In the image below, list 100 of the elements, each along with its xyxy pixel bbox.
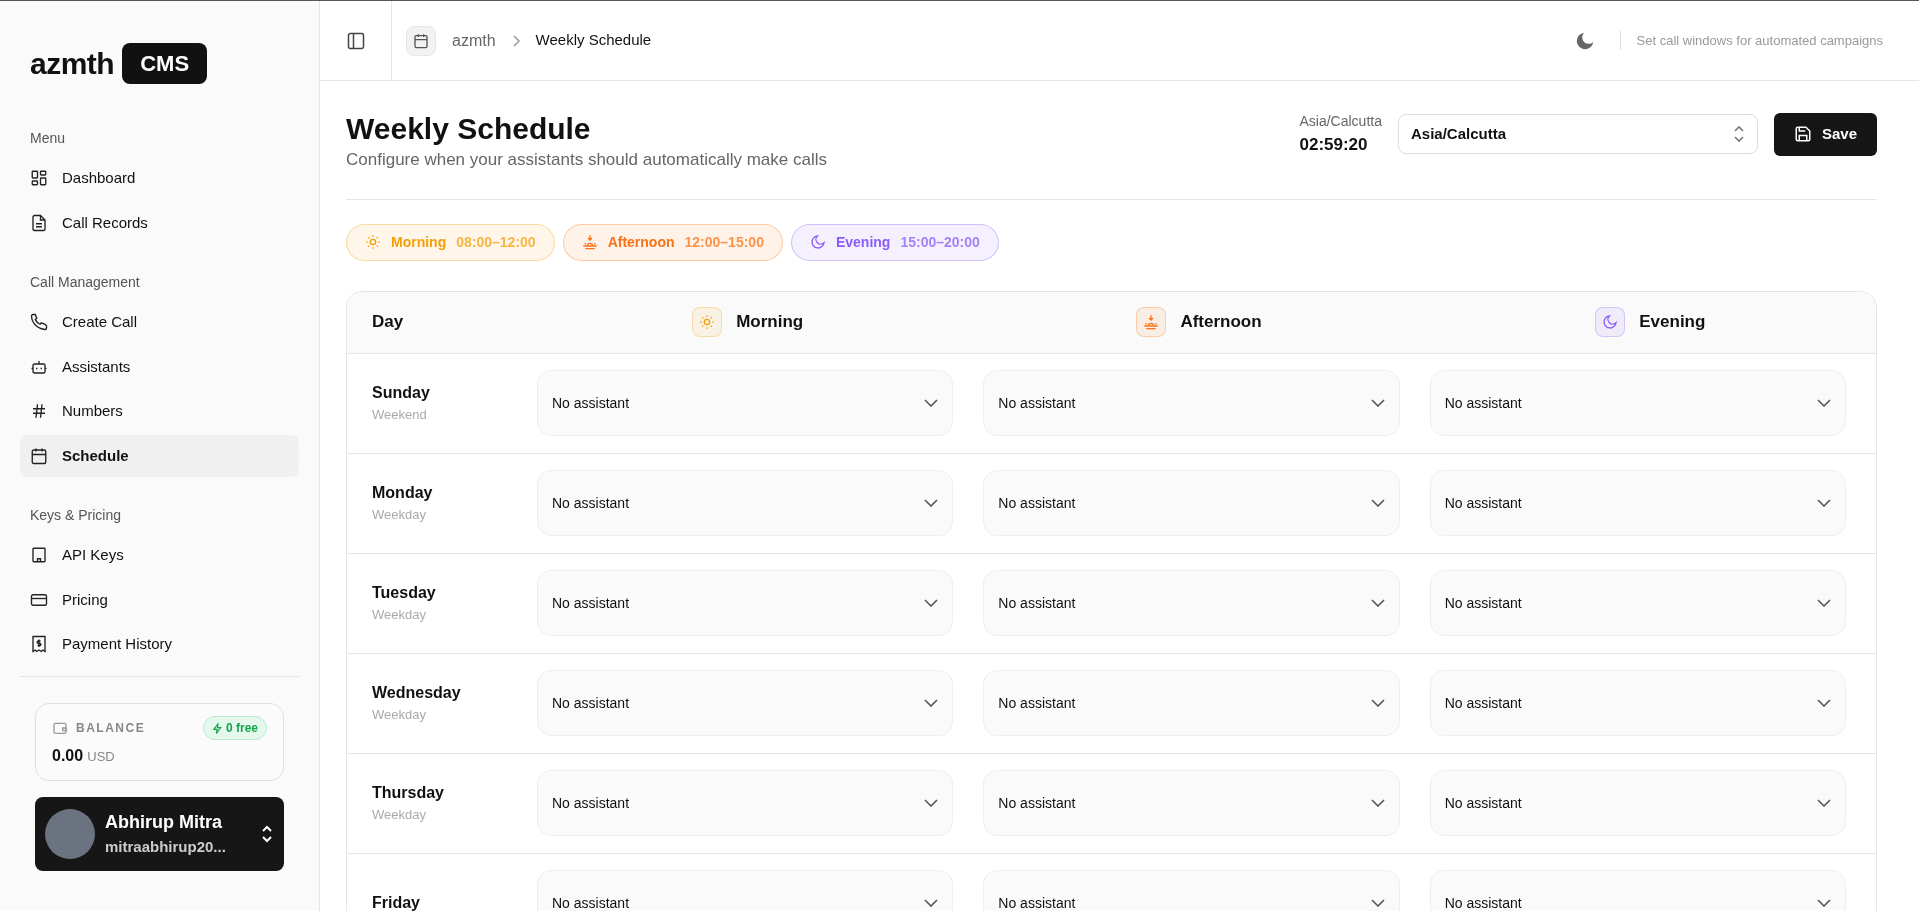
sidebar-item[interactable]: Call Records [20,201,299,244]
assistant-select[interactable]: No assistant [983,370,1400,436]
assistant-select[interactable]: No assistant [537,870,954,911]
sidebar-toggle-icon[interactable] [345,30,366,51]
user-menu[interactable]: Abhirup Mitra mitraabhirup20... [35,797,284,871]
chevron-updown-icon [260,825,274,843]
sidebar-item[interactable]: Dashboard [20,157,299,200]
chevron-down-icon [924,499,939,507]
day-type: Weekday [372,606,427,625]
assistant-select[interactable]: No assistant [537,770,954,836]
sidebar-item[interactable]: API Keys [20,534,299,577]
chevron-down-icon [1370,499,1385,507]
breadcrumb-link[interactable]: azmth [452,28,496,53]
page-title: Weekly Schedule [346,111,592,147]
assistant-select[interactable]: No assistant [537,570,954,636]
chevron-right-icon [511,34,520,47]
chevron-down-icon [1370,799,1385,807]
sidebar-item[interactable]: Create Call [20,301,299,344]
chevron-down-icon [1370,699,1385,707]
logo-badge: CMS [122,43,208,84]
chevron-down-icon [1817,399,1831,407]
day-type: Weekend [372,406,428,425]
chevron-down-icon [1817,899,1831,907]
chevron-down-icon [924,399,939,407]
day-name: Tuesday [372,583,437,604]
assistant-select[interactable]: No assistant [537,470,954,536]
chevron-updown-icon [1732,125,1745,144]
building-icon [30,546,48,565]
column-header: Morning [736,311,804,334]
calendar-icon [406,25,436,56]
sun-icon [699,314,716,330]
sidebar-item[interactable]: Numbers [20,390,299,433]
balance-label: BALANCE [76,720,146,737]
chevron-down-icon [1817,799,1831,807]
moon-icon [1602,314,1619,330]
sun-icon [365,234,381,250]
chevron-down-icon [1817,599,1831,607]
chevron-down-icon [924,799,939,807]
balance-amount: 0.00 [52,747,84,764]
assistant-select[interactable]: No assistant [983,570,1400,636]
chevron-down-icon [924,899,939,907]
assistant-select[interactable]: No assistant [1429,470,1846,536]
assistant-select[interactable]: No assistant [983,670,1400,736]
header-hint: Set call windows for automated campaigns [1619,30,1883,51]
day-type: Weekday [372,806,427,825]
assistant-select[interactable]: No assistant [537,670,954,736]
sidebar-item[interactable]: Pricing [20,578,299,621]
hash-icon [30,402,48,421]
phone-icon [30,313,48,332]
day-name: Monday [372,483,434,504]
avatar [45,809,95,859]
day-name: Friday [372,893,421,911]
assistant-select[interactable]: No assistant [1429,870,1846,911]
period-badge: Evening 15:00–20:00 [790,223,999,261]
section-label: Keys & Pricing [29,506,123,525]
period-badge: Morning 08:00–12:00 [346,223,555,261]
day-type: Weekday [372,506,427,525]
assistant-select[interactable]: No assistant [983,770,1400,836]
assistant-select[interactable]: No assistant [1429,370,1846,436]
sunset-icon [1143,314,1160,330]
day-name: Thursday [372,783,445,804]
timezone-select[interactable]: Asia/Calcutta [1397,114,1758,155]
chevron-down-icon [1370,599,1385,607]
logo-text: azmth [30,46,115,82]
column-header: Evening [1639,311,1706,334]
day-type: Weekday [372,706,427,725]
receipt-icon [30,635,48,654]
chevron-down-icon [1370,899,1385,907]
section-label: Menu [29,129,67,148]
assistant-select[interactable]: No assistant [983,470,1400,536]
calendar-icon [30,446,48,465]
document-icon [30,213,48,232]
dashboard-grid-icon [30,169,48,188]
sunset-icon [581,234,598,250]
chevron-down-icon [924,699,939,707]
clock-text: 02:59:20 [1299,134,1369,156]
column-header: Afternoon [1180,311,1262,334]
chevron-down-icon [1370,399,1385,407]
assistant-select[interactable]: No assistant [1429,670,1846,736]
assistant-select[interactable]: No assistant [1429,770,1846,836]
save-button[interactable]: Save [1773,112,1877,156]
assistant-select[interactable]: No assistant [1429,570,1846,636]
breadcrumb-current: Weekly Schedule [535,30,652,51]
wallet-icon [52,720,68,736]
free-credits-badge: 0 free [202,716,267,740]
day-name: Sunday [372,383,431,404]
assistant-select[interactable]: No assistant [983,870,1400,911]
moon-icon [809,234,826,250]
page-subtitle: Configure when your assistants should automatically make calls [346,149,827,171]
column-header: Day [372,312,404,332]
section-label: Call Management [29,273,141,292]
timezone-label: Asia/Calcutta [1299,112,1382,131]
chevron-down-icon [924,599,939,607]
day-name: Wednesday [372,683,462,704]
sidebar-item[interactable]: Assistants [20,345,299,388]
sidebar-item[interactable]: Payment History [20,623,299,666]
period-badge: Afternoon 12:00–15:00 [562,223,783,261]
sidebar-item[interactable]: Schedule [20,434,299,477]
assistant-select[interactable]: No assistant [537,370,954,436]
chevron-down-icon [1817,699,1831,707]
